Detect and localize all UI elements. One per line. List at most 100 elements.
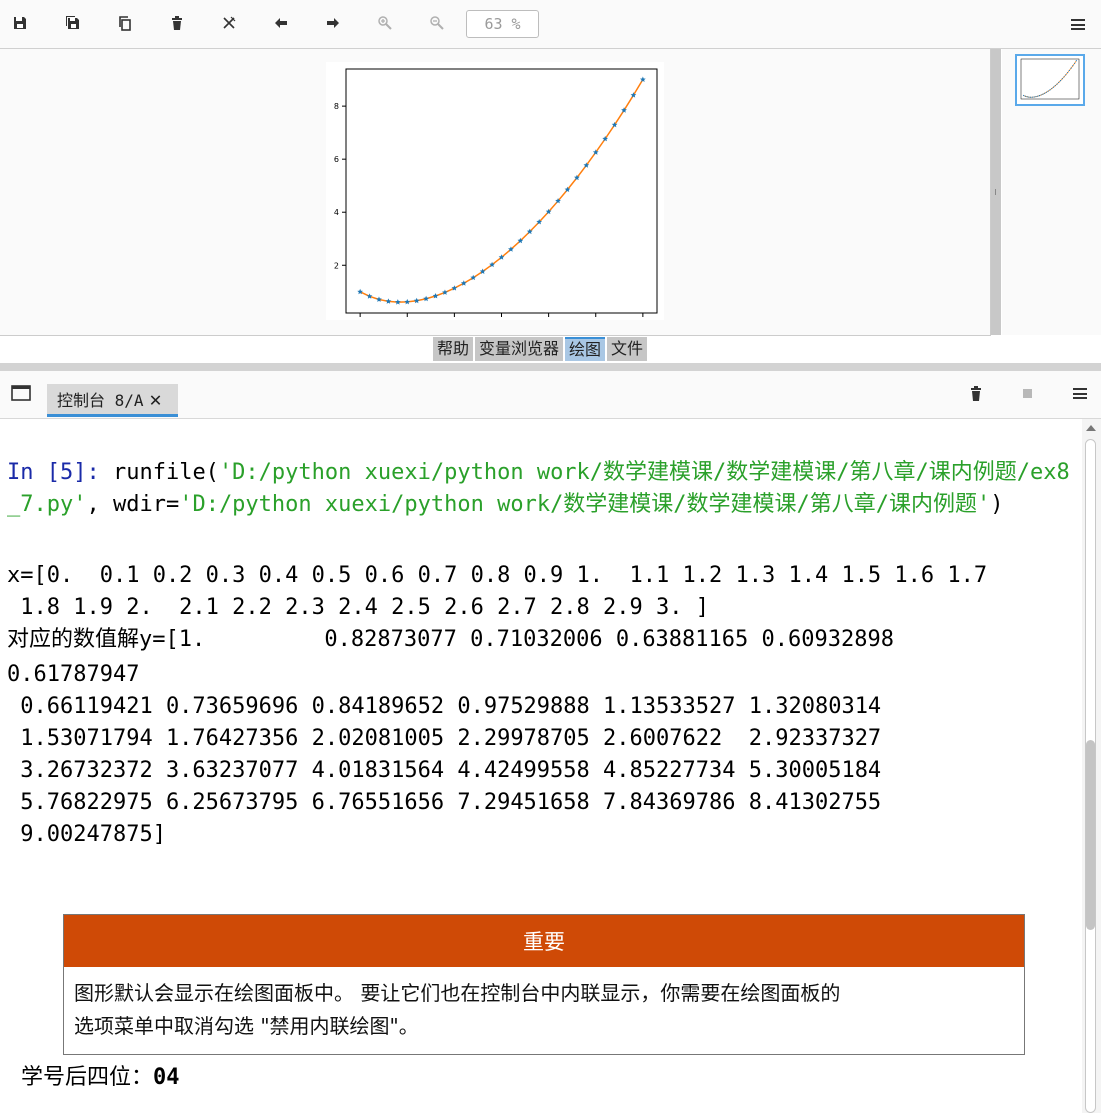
- data-line: [359, 79, 644, 303]
- data-point: [432, 292, 439, 299]
- data-point: [1024, 95, 1026, 97]
- scrollbar-thumb[interactable]: [1086, 740, 1095, 930]
- data-point: [1058, 81, 1060, 83]
- undock-icon[interactable]: [11, 385, 31, 405]
- data-point: [376, 296, 382, 302]
- y-tick-label: 6: [334, 155, 339, 164]
- save-all-icon[interactable]: [62, 12, 84, 34]
- tab-files[interactable]: 文件: [607, 337, 648, 361]
- data-point: [1061, 78, 1063, 80]
- tab-variable-explorer[interactable]: 变量浏览器: [475, 337, 564, 361]
- output-line: 1.53071794 1.76427356 2.02081005 2.29978…: [7, 726, 882, 751]
- data-point: [1044, 92, 1046, 94]
- zoom-in-icon[interactable]: [374, 12, 396, 34]
- y-tick-label: 2: [334, 261, 339, 270]
- data-point: [385, 298, 392, 304]
- data-point: [1035, 96, 1037, 98]
- data-point: [640, 76, 646, 82]
- command-wdir-string: 'D:/python xuexi/python work/数学建模课/数学建模课…: [179, 492, 991, 517]
- clear-console-icon[interactable]: [970, 386, 982, 406]
- data-point: [1038, 95, 1041, 97]
- important-notice-line: 选项菜单中取消勾选 "禁用内联绘图"。: [74, 1014, 419, 1038]
- save-icon[interactable]: [9, 12, 31, 34]
- data-point: [404, 298, 411, 305]
- output-line: 3.26732372 3.63237077 4.01831564 4.42499…: [7, 758, 882, 783]
- data-point: [1059, 80, 1062, 82]
- data-point: [1074, 62, 1076, 64]
- ipython-console[interactable]: In [5]: runfile( 'D:/python xuexi/python …: [0, 419, 1082, 1113]
- plot-axes-frame: [1020, 58, 1080, 100]
- data-point: [394, 299, 401, 305]
- delete-icon[interactable]: [166, 12, 188, 34]
- console-tab[interactable]: 控制台 8/A ✕: [47, 384, 178, 417]
- command-function: runfile(: [112, 460, 219, 485]
- plot-viewer: 0.00.51.01.52.02.53.02468: [0, 49, 991, 336]
- data-point: [442, 289, 448, 295]
- important-notice-title: 重要: [64, 915, 1024, 967]
- copy-icon[interactable]: [114, 12, 136, 34]
- zoom-out-icon[interactable]: [426, 12, 448, 34]
- data-point: [1056, 83, 1058, 85]
- tab-help[interactable]: 帮助: [433, 337, 474, 361]
- output-line: 9.00247875]: [7, 822, 166, 847]
- input-prompt: In [5]:: [7, 460, 113, 485]
- thumbnail-splitter[interactable]: [991, 49, 1001, 335]
- data-point: [1031, 96, 1034, 98]
- zoom-level-field[interactable]: 63 %: [466, 10, 539, 38]
- data-point: [1075, 60, 1077, 62]
- data-point: [1065, 74, 1067, 76]
- student-id-value: 04: [153, 1065, 180, 1090]
- data-point: [1052, 86, 1055, 88]
- data-point: [1066, 72, 1069, 74]
- output-line: 对应的数值解y=[1. 0.82873077 0.71032006 0.6388…: [7, 627, 894, 652]
- scroll-up-icon[interactable]: [1086, 425, 1096, 431]
- pane-splitter[interactable]: [0, 363, 1101, 371]
- data-point: [1042, 93, 1044, 95]
- data-point: [366, 293, 373, 299]
- data-point: [1070, 67, 1072, 69]
- data-point: [1026, 96, 1028, 98]
- command-end: ): [990, 492, 1004, 517]
- output-line: 5.76822975 6.25673795 6.76551656 7.29451…: [7, 790, 882, 815]
- plots-toolbar: 63 %: [0, 0, 1101, 49]
- data-point: [1068, 69, 1070, 72]
- stop-icon[interactable]: [1023, 389, 1032, 398]
- data-point: [1054, 85, 1056, 87]
- student-id-label: 学号后四位：: [21, 1065, 154, 1090]
- console-header: 控制台 8/A ✕: [0, 371, 1101, 419]
- data-point: [1023, 94, 1025, 97]
- console-tab-label: 控制台 8/A: [57, 391, 144, 410]
- output-line: 0.61787947: [7, 662, 140, 687]
- important-notice-body: 图形默认会显示在绘图面板中。 要让它们也在控制台中内联显示，你需要在绘图面板的 …: [64, 967, 1024, 1053]
- data-point: [413, 297, 420, 304]
- y-tick-label: 4: [334, 208, 339, 217]
- data-point: [1047, 90, 1049, 92]
- output-line: 1.8 1.9 2. 2.1 2.2 2.3 2.4 2.5 2.6 2.7 2…: [7, 595, 709, 620]
- previous-icon[interactable]: [270, 12, 292, 34]
- student-id-line: 学号后四位：04: [21, 1059, 180, 1091]
- data-point: [1045, 91, 1048, 93]
- input-line: In [5]: runfile( 'D:/python xuexi/python …: [7, 457, 1079, 521]
- data-point: [1040, 94, 1042, 96]
- console-options-menu-icon[interactable]: [1073, 388, 1087, 399]
- plot-thumbnail[interactable]: [1015, 54, 1085, 106]
- data-point: [1033, 96, 1035, 98]
- data-point: [1037, 95, 1039, 97]
- y-tick-label: 8: [334, 102, 339, 111]
- data-point: [1063, 76, 1065, 78]
- data-point: [1030, 96, 1032, 98]
- close-icon[interactable]: ✕: [150, 389, 162, 409]
- console-scrollbar[interactable]: [1082, 419, 1101, 1113]
- plot-figure: 0.00.51.01.52.02.53.02468: [326, 62, 664, 320]
- command-separator: , wdir=: [86, 492, 180, 517]
- pane-tabs: 帮助 变量浏览器 绘图 文件: [433, 337, 648, 361]
- plots-options-menu-icon[interactable]: [1071, 19, 1085, 30]
- delete-all-icon[interactable]: [218, 12, 240, 34]
- data-point: [1028, 96, 1030, 98]
- thumbnail-figure: [1020, 58, 1080, 100]
- tab-plots[interactable]: 绘图: [565, 337, 606, 361]
- data-point: [1051, 87, 1053, 90]
- output-line: x=[0. 0.1 0.2 0.3 0.4 0.5 0.6 0.7 0.8 0.…: [7, 563, 988, 588]
- data-point: [423, 295, 429, 302]
- next-icon[interactable]: [322, 12, 344, 34]
